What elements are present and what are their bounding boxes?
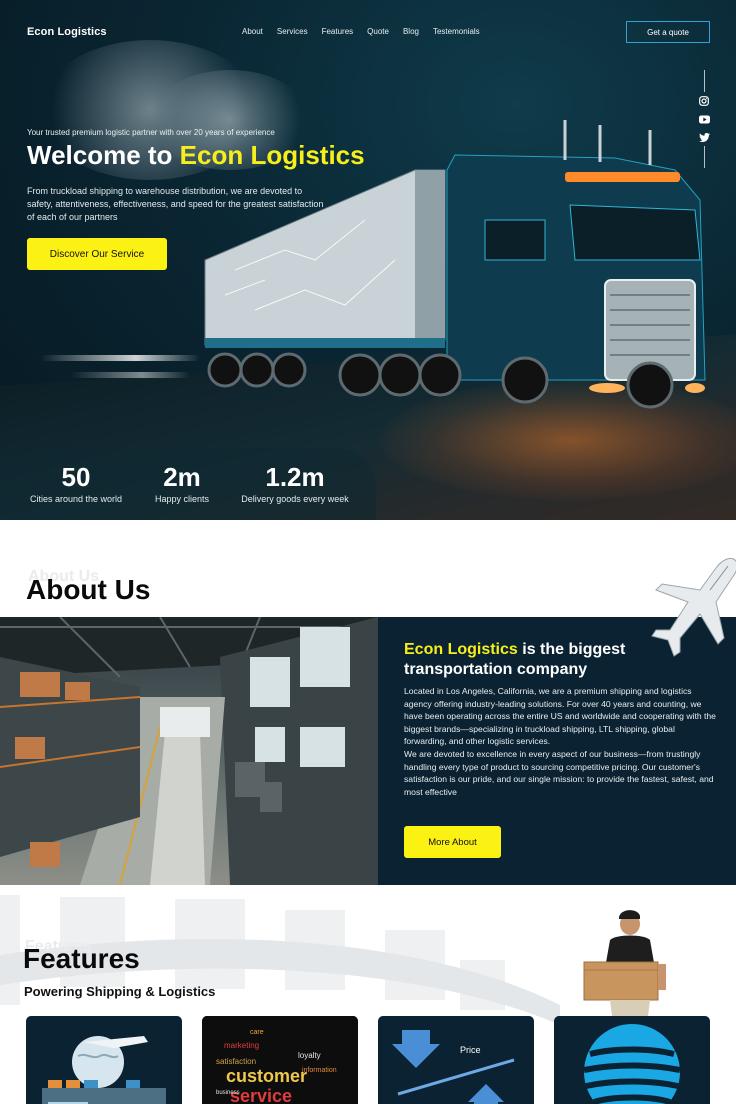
divider — [703, 146, 705, 168]
light-streak — [70, 372, 190, 378]
about-title: About Us — [26, 574, 151, 605]
svg-text:loyalty: loyalty — [298, 1051, 321, 1060]
about-paragraph-1: Located in Los Angeles, California, we a… — [404, 686, 716, 747]
social-links — [698, 70, 710, 168]
price-arrows-icon: Price — [392, 1030, 515, 1104]
about-heading-highlight: Econ Logistics — [404, 641, 518, 658]
feature-card-pricing[interactable]: Price — [378, 1016, 534, 1104]
stat-clients: 2m Happy clients — [150, 462, 214, 504]
main-nav: About Services Features Quote Blog Teste… — [242, 27, 480, 36]
nav-link-testimonials[interactable]: Testemonials — [433, 27, 480, 36]
hero-section: Econ Logistics About Services Features Q… — [0, 0, 736, 520]
feature-card-service[interactable]: care marketing satisfaction customer loy… — [202, 1016, 358, 1104]
stat-cities: 50 Cities around the world — [26, 462, 126, 504]
stat-label: Happy clients — [154, 494, 210, 504]
hero-description: From truckload shipping to warehouse dis… — [27, 186, 324, 222]
discover-service-button[interactable]: Discover Our Service — [27, 238, 167, 270]
nav-link-features[interactable]: Features — [322, 27, 354, 36]
svg-text:satisfaction: satisfaction — [216, 1057, 256, 1066]
word-cloud-icon: care marketing satisfaction customer loy… — [202, 1016, 358, 1104]
features-subtitle: Powering Shipping & Logistics — [24, 984, 216, 999]
nav-link-services[interactable]: Services — [277, 27, 308, 36]
brand-logo[interactable]: Econ Logistics — [27, 26, 107, 38]
svg-text:business: business — [216, 1090, 240, 1096]
features-title: Features — [23, 943, 140, 974]
about-heading: Econ Logistics is the biggest transporta… — [404, 640, 714, 680]
instagram-icon[interactable] — [698, 95, 710, 107]
more-about-button[interactable]: More About — [404, 826, 501, 858]
stat-value: 50 — [61, 462, 91, 492]
feature-card-global[interactable] — [26, 1016, 182, 1104]
warehouse-photo — [0, 617, 378, 885]
headline-highlight: Econ Logistics — [179, 140, 365, 170]
feature-card-network[interactable] — [554, 1016, 710, 1104]
about-paragraph-2: We are devoted to excellence in every as… — [404, 748, 714, 797]
att-globe-icon — [583, 1024, 681, 1104]
divider — [703, 70, 705, 92]
nav-link-blog[interactable]: Blog — [403, 27, 419, 36]
stat-value: 2m — [163, 462, 201, 492]
youtube-icon[interactable] — [698, 113, 710, 125]
stat-label: Cities around the world — [29, 494, 123, 504]
globe-shipping-icon — [42, 1036, 166, 1104]
headline-prefix: Welcome to — [27, 140, 180, 170]
svg-text:Price: Price — [460, 1045, 481, 1055]
stat-value: 1.2m — [265, 462, 325, 492]
get-quote-button[interactable]: Get a quote — [626, 21, 710, 43]
twitter-icon[interactable] — [698, 131, 710, 143]
nav-link-quote[interactable]: Quote — [367, 27, 389, 36]
delivery-worker-photo — [583, 910, 666, 1016]
nav-link-about[interactable]: About — [242, 27, 263, 36]
svg-text:customer: customer — [226, 1066, 307, 1086]
svg-text:information: information — [302, 1067, 337, 1074]
light-streak — [40, 355, 200, 361]
svg-text:care: care — [250, 1029, 264, 1036]
hero-headline: Welcome to Econ Logistics — [27, 140, 365, 171]
hero-tagline: Your trusted premium logistic partner wi… — [27, 128, 275, 137]
stat-label: Delivery goods every week — [241, 494, 349, 504]
svg-text:marketing: marketing — [224, 1041, 259, 1050]
stat-deliveries: 1.2m Delivery goods every week — [239, 462, 351, 504]
about-text: Located in Los Angeles, California, we a… — [404, 685, 716, 798]
